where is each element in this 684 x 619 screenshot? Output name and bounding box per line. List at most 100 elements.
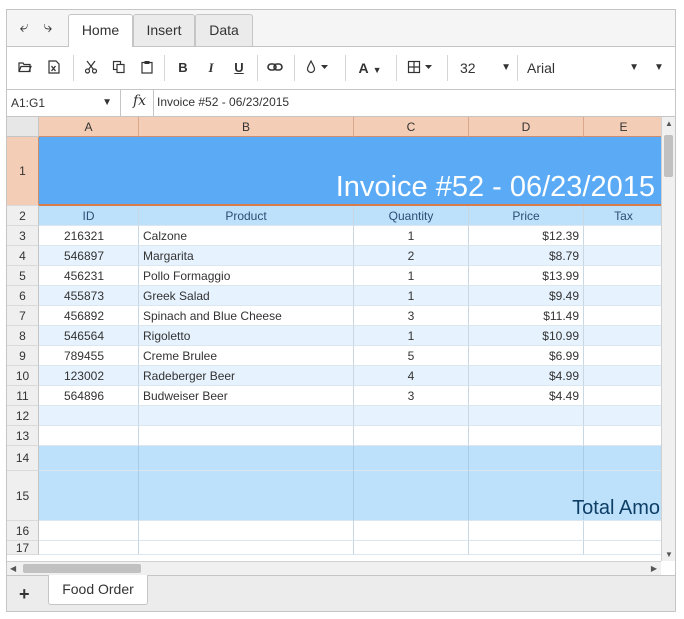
- table-cell[interactable]: [584, 386, 661, 406]
- empty-cell[interactable]: [584, 521, 661, 541]
- redo-icon[interactable]: ⤷: [39, 20, 57, 36]
- column-header[interactable]: E: [584, 117, 661, 137]
- table-cell[interactable]: $4.99: [469, 366, 584, 386]
- table-cell[interactable]: $4.49: [469, 386, 584, 406]
- empty-cell[interactable]: [469, 541, 584, 555]
- empty-cell[interactable]: [469, 521, 584, 541]
- fill-color-button[interactable]: [303, 58, 333, 78]
- empty-cell[interactable]: [354, 426, 469, 446]
- empty-cell[interactable]: [584, 426, 661, 446]
- table-cell[interactable]: 456892: [39, 306, 139, 326]
- summary-cell[interactable]: [584, 446, 661, 471]
- scroll-left-icon[interactable]: ◀: [10, 564, 16, 573]
- row-header[interactable]: 7: [7, 306, 39, 326]
- column-header[interactable]: D: [469, 117, 584, 137]
- paste-icon[interactable]: [137, 58, 157, 78]
- column-header[interactable]: C: [354, 117, 469, 137]
- table-cell[interactable]: [584, 246, 661, 266]
- summary-cell[interactable]: [39, 471, 139, 521]
- row-header[interactable]: 15: [7, 471, 39, 521]
- copy-icon[interactable]: [109, 58, 129, 78]
- sheet-tab-food-order[interactable]: Food Order: [48, 575, 148, 605]
- table-cell[interactable]: [584, 346, 661, 366]
- row-header[interactable]: 13: [7, 426, 39, 446]
- horizontal-scrollbar[interactable]: ◀ ▶: [7, 561, 661, 575]
- scroll-up-icon[interactable]: ▲: [665, 119, 673, 128]
- table-cell[interactable]: 546564: [39, 326, 139, 346]
- bold-button[interactable]: B: [173, 58, 193, 78]
- table-cell[interactable]: $9.49: [469, 286, 584, 306]
- row-header[interactable]: 8: [7, 326, 39, 346]
- table-cell[interactable]: 5: [354, 346, 469, 366]
- table-cell[interactable]: [584, 266, 661, 286]
- table-cell[interactable]: 1: [354, 286, 469, 306]
- table-header-cell[interactable]: Quantity: [354, 206, 469, 226]
- empty-cell[interactable]: [354, 521, 469, 541]
- empty-cell[interactable]: [354, 541, 469, 555]
- undo-icon[interactable]: ⤶: [15, 20, 33, 36]
- total-amount-label[interactable]: Total Amo: [469, 471, 661, 521]
- table-cell[interactable]: $13.99: [469, 266, 584, 286]
- empty-cell[interactable]: [39, 521, 139, 541]
- vertical-scroll-thumb[interactable]: [664, 135, 673, 177]
- empty-cell[interactable]: [584, 406, 661, 426]
- empty-cell[interactable]: [39, 406, 139, 426]
- table-cell[interactable]: [584, 286, 661, 306]
- invoice-title-cell[interactable]: Invoice #52 - 06/23/2015: [39, 137, 661, 206]
- row-header[interactable]: 2: [7, 206, 39, 226]
- table-cell[interactable]: Radeberger Beer: [139, 366, 354, 386]
- table-cell[interactable]: 3: [354, 306, 469, 326]
- table-cell[interactable]: $8.79: [469, 246, 584, 266]
- table-cell[interactable]: $12.39: [469, 226, 584, 246]
- empty-cell[interactable]: [139, 406, 354, 426]
- tab-insert[interactable]: Insert: [133, 14, 195, 46]
- row-header[interactable]: 9: [7, 346, 39, 366]
- empty-cell[interactable]: [469, 406, 584, 426]
- horizontal-scroll-thumb[interactable]: [23, 564, 141, 573]
- sheet-grid[interactable]: A B C D E 1 2 3 4 5 6 7 8 9 10 11 12 13 14 15 16 17 Invoice #5…: [7, 117, 661, 561]
- table-cell[interactable]: 789455: [39, 346, 139, 366]
- table-header-cell[interactable]: Product: [139, 206, 354, 226]
- tab-home[interactable]: Home: [68, 14, 133, 47]
- function-icon[interactable]: fx: [133, 93, 146, 109]
- table-cell[interactable]: [584, 306, 661, 326]
- summary-cell[interactable]: [139, 446, 354, 471]
- row-header[interactable]: 14: [7, 446, 39, 471]
- summary-cell[interactable]: [469, 446, 584, 471]
- select-all-corner[interactable]: [7, 117, 39, 137]
- link-icon[interactable]: [265, 58, 285, 78]
- overflow-chevron-icon[interactable]: ▼: [649, 58, 669, 78]
- row-header[interactable]: 3: [7, 226, 39, 246]
- empty-cell[interactable]: [139, 426, 354, 446]
- row-header[interactable]: 6: [7, 286, 39, 306]
- table-cell[interactable]: Budweiser Beer: [139, 386, 354, 406]
- table-cell[interactable]: 1: [354, 226, 469, 246]
- empty-cell[interactable]: [39, 541, 139, 555]
- name-box[interactable]: A1:G1 ▼: [7, 90, 121, 116]
- font-size-select[interactable]: 32 ▼: [453, 57, 513, 79]
- row-header[interactable]: 11: [7, 386, 39, 406]
- table-cell[interactable]: 1: [354, 266, 469, 286]
- table-cell[interactable]: Creme Brulee: [139, 346, 354, 366]
- table-header-cell[interactable]: Price: [469, 206, 584, 226]
- empty-cell[interactable]: [139, 521, 354, 541]
- formula-input[interactable]: Invoice #52 - 06/23/2015: [153, 90, 289, 116]
- font-name-select[interactable]: Arial ▼: [527, 57, 645, 79]
- empty-cell[interactable]: [469, 426, 584, 446]
- table-cell[interactable]: Rigoletto: [139, 326, 354, 346]
- table-cell[interactable]: 1: [354, 326, 469, 346]
- row-header[interactable]: 5: [7, 266, 39, 286]
- vertical-scrollbar[interactable]: ▲ ▼: [661, 117, 675, 561]
- row-header[interactable]: 4: [7, 246, 39, 266]
- table-cell[interactable]: 564896: [39, 386, 139, 406]
- scroll-down-icon[interactable]: ▼: [665, 550, 673, 559]
- table-header-cell[interactable]: ID: [39, 206, 139, 226]
- row-header[interactable]: 1: [7, 137, 39, 206]
- table-header-cell[interactable]: Tax: [584, 206, 661, 226]
- table-cell[interactable]: 455873: [39, 286, 139, 306]
- empty-cell[interactable]: [354, 406, 469, 426]
- italic-button[interactable]: I: [201, 58, 221, 78]
- summary-cell[interactable]: [354, 446, 469, 471]
- summary-cell[interactable]: [139, 471, 354, 521]
- table-cell[interactable]: 456231: [39, 266, 139, 286]
